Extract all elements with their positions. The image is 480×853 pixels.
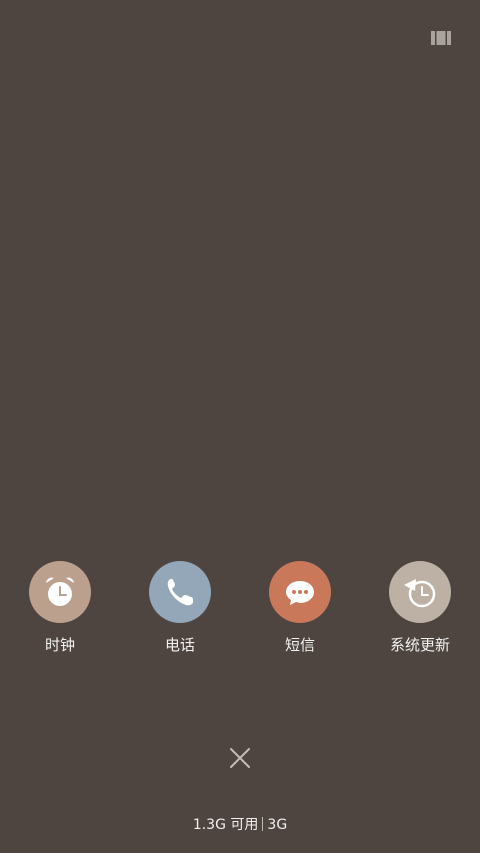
message-bubble-icon <box>269 561 331 623</box>
app-clock[interactable]: 时钟 <box>0 561 120 654</box>
app-label: 电话 <box>164 636 195 654</box>
memory-available: 1.3G 可用 <box>192 817 259 833</box>
app-messages[interactable]: 短信 <box>240 561 360 654</box>
memory-divider <box>262 817 264 831</box>
system-update-icon <box>389 561 451 623</box>
memory-total: 3G <box>267 817 288 833</box>
phone-icon <box>149 561 211 623</box>
app-label: 时钟 <box>44 636 75 654</box>
memory-status: 1.3G 可用 3G <box>0 815 480 835</box>
app-label: 短信 <box>284 636 315 654</box>
app-phone[interactable]: 电话 <box>120 561 240 654</box>
recent-apps: 时钟 电话 短信 系统更新 <box>0 561 480 661</box>
close-icon[interactable] <box>228 746 252 770</box>
alarm-clock-icon <box>29 561 91 623</box>
app-system-update[interactable]: 系统更新 <box>360 561 480 654</box>
app-label: 系统更新 <box>389 636 450 654</box>
multi-window-icon[interactable] <box>431 30 451 46</box>
